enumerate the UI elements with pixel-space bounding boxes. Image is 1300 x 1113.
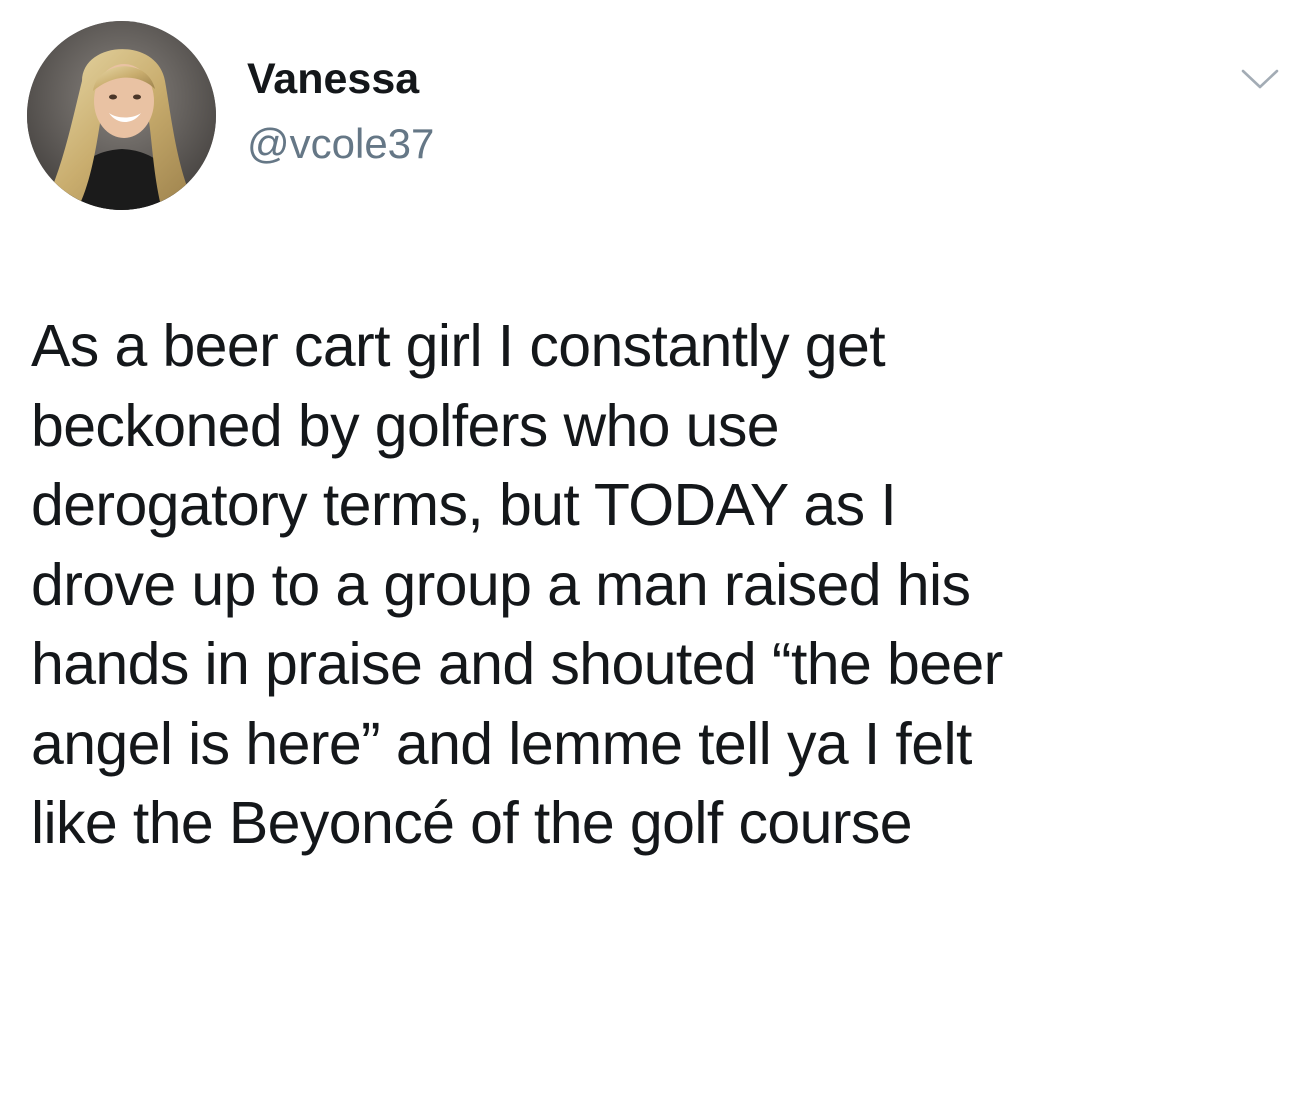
tweet-menu-button[interactable] [1237,64,1283,94]
profile-photo [27,21,216,210]
tweet-card: Vanessa @vcole37 As a beer cart girl I c… [0,0,1300,1113]
user-handle[interactable]: @vcole37 [247,118,434,170]
display-name[interactable]: Vanessa [247,52,419,106]
chevron-down-icon [1241,69,1279,89]
avatar[interactable] [27,21,216,210]
tweet-text: As a beer cart girl I constantly get bec… [31,313,1003,856]
